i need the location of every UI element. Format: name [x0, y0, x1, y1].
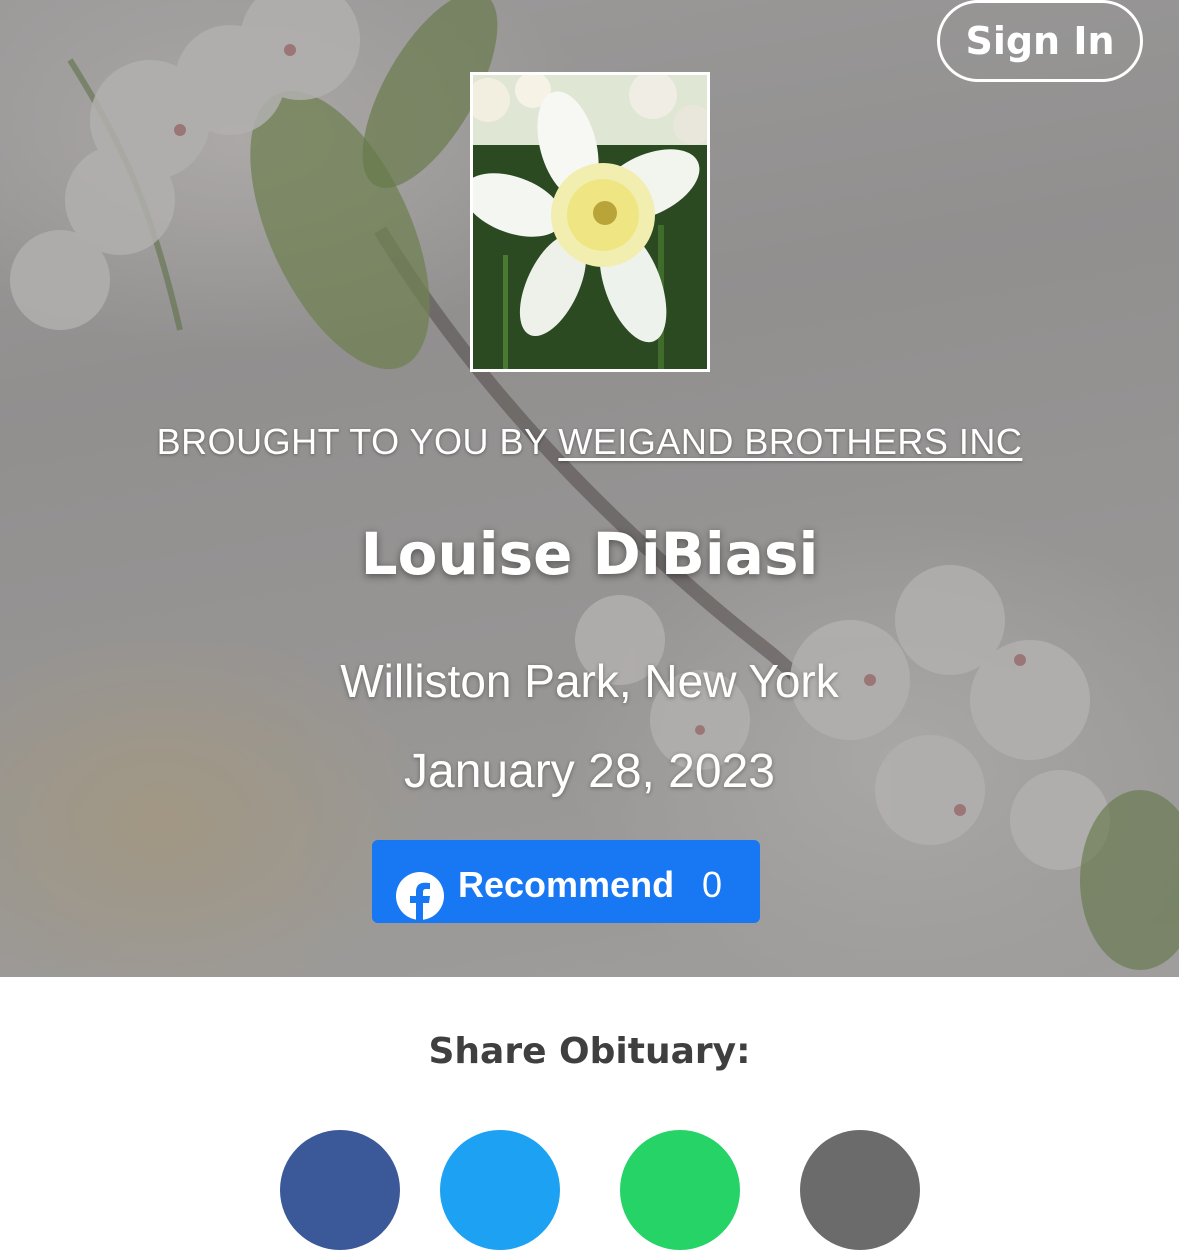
- share-email-button[interactable]: [800, 1130, 920, 1250]
- profile-photo: [470, 72, 710, 372]
- facebook-icon: [396, 872, 444, 920]
- daffodil-image: [473, 75, 707, 369]
- share-twitter-button[interactable]: [440, 1130, 560, 1250]
- share-whatsapp-button[interactable]: [620, 1130, 740, 1250]
- share-facebook-button[interactable]: [280, 1130, 400, 1250]
- deceased-name: Louise DiBiasi: [360, 520, 819, 588]
- recommend-count: 0: [702, 864, 723, 905]
- facebook-recommend-button[interactable]: Recommend 0: [372, 840, 760, 923]
- obituary-date: January 28, 2023: [404, 745, 775, 798]
- brought-to-you-by: BROUGHT TO YOU BY WEIGAND BROTHERS INC: [0, 421, 1179, 463]
- share-obituary-label: Share Obituary:: [428, 1031, 751, 1072]
- brought-prefix: BROUGHT TO YOU BY: [156, 421, 559, 462]
- deceased-location: Williston Park, New York: [340, 655, 839, 707]
- funeral-home-link[interactable]: WEIGAND BROTHERS INC: [558, 421, 1022, 462]
- recommend-label: Recommend: [458, 864, 675, 905]
- sign-in-button[interactable]: Sign In: [937, 0, 1143, 82]
